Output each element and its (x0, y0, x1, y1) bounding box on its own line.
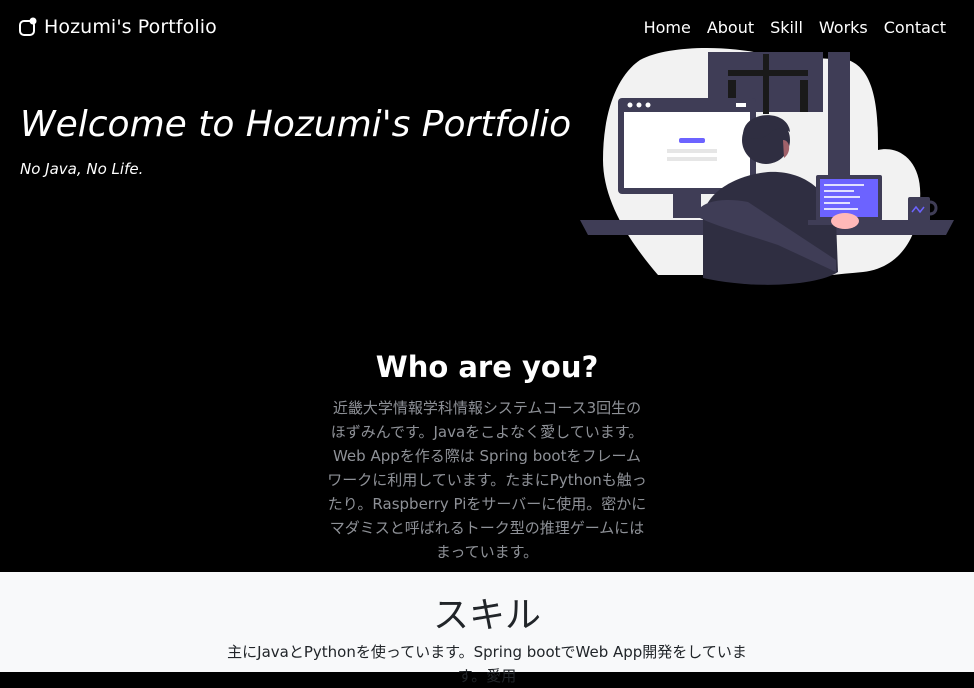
nav-link-about[interactable]: About (707, 18, 754, 37)
nav-link-contact[interactable]: Contact (884, 18, 946, 37)
brand-link[interactable]: Hozumi's Portfolio (18, 16, 217, 38)
about-text: 近畿大学情報学科情報システムコース3回生のほずみんです。Javaをこよなく愛して… (327, 399, 647, 561)
hero-illustration (580, 48, 954, 285)
brand-logo-icon (18, 17, 38, 37)
hero-tagline: No Java, No Life. (20, 160, 144, 178)
skill-text: 主にJavaとPythonを使っています。Spring bootでWeb App… (227, 643, 747, 685)
about-title: Who are you? (375, 350, 599, 384)
nav-link-skill[interactable]: Skill (770, 18, 803, 37)
skill-title: スキル (432, 595, 541, 636)
nav-link-works[interactable]: Works (819, 18, 868, 37)
hero-title: Welcome to Hozumi's Portfolio (20, 104, 572, 145)
nav-links: Home About Skill Works Contact (644, 18, 946, 37)
brand-text: Hozumi's Portfolio (44, 16, 217, 38)
skill-section: スキル 主にJavaとPythonを使っています。Spring bootでWeb… (0, 572, 974, 685)
nav-link-home[interactable]: Home (644, 18, 691, 37)
